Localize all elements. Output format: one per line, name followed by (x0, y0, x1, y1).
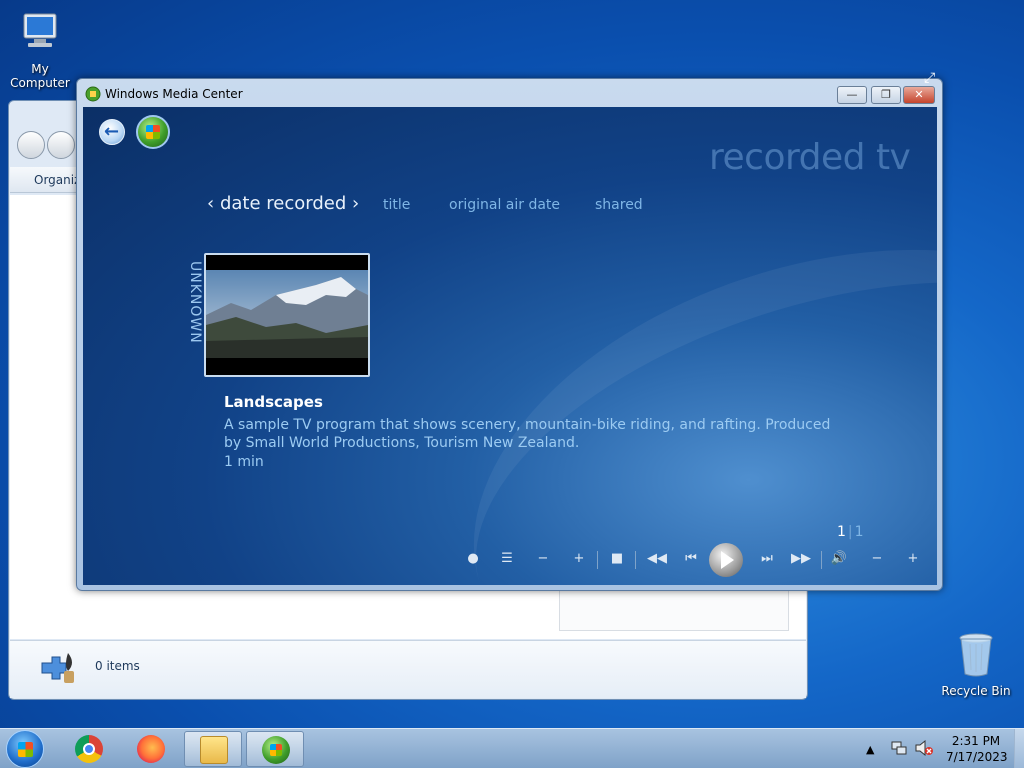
recording-thumbnail[interactable] (204, 253, 370, 377)
volume-down-button[interactable]: − (867, 551, 887, 566)
windows-media-center-icon (262, 736, 290, 764)
clock-date: 7/17/2023 (946, 750, 1008, 764)
volume-icon[interactable]: 🔊 (829, 551, 849, 566)
pivot-date-recorded[interactable]: ‹ date recorded › (207, 193, 359, 214)
pivot-original-air-date[interactable]: original air date (449, 197, 560, 213)
program-title: Landscapes (224, 393, 323, 411)
transport-divider (635, 551, 636, 569)
record-icon[interactable]: ● (463, 551, 483, 566)
group-label: UNKNOWN (187, 261, 203, 344)
program-duration: 1 min (224, 454, 264, 470)
program-description: A sample TV program that shows scenery, … (224, 417, 831, 451)
games-icon (36, 649, 80, 692)
channel-up-button[interactable]: + (569, 551, 589, 566)
show-hidden-icons-icon[interactable]: ▲ (866, 743, 874, 756)
window-title: Windows Media Center (105, 87, 243, 101)
resize-cursor-icon: ⤢ (924, 70, 936, 86)
desktop-icon-label: Recycle Bin (941, 684, 1011, 698)
rewind-icon[interactable]: ◀◀ (643, 551, 671, 566)
volume-up-button[interactable]: + (903, 551, 923, 566)
page-current: 1 (837, 524, 846, 540)
desktop-icon-recycle-bin[interactable]: Recycle Bin (936, 630, 1016, 698)
maximize-button[interactable]: ❐ (871, 86, 901, 104)
taskbar-firefox[interactable] (122, 731, 180, 767)
media-center-window[interactable]: Windows Media Center — ❐ ✕ ← recorded tv… (76, 78, 943, 591)
volume-muted-icon[interactable] (914, 739, 934, 760)
minimize-button[interactable]: — (837, 86, 867, 104)
back-arrow-icon[interactable]: ← (99, 119, 125, 145)
close-button[interactable]: ✕ (903, 86, 935, 104)
guide-icon[interactable]: ☰ (497, 551, 517, 566)
fast-forward-icon[interactable]: ▶▶ (787, 551, 815, 566)
previous-icon[interactable]: ⏮ (681, 551, 701, 566)
firefox-icon (137, 735, 165, 763)
play-icon (721, 551, 734, 569)
computer-icon (0, 8, 80, 59)
media-center-content: ← recorded tv ‹ date recorded › title or… (83, 107, 937, 585)
stop-icon[interactable]: ■ (607, 551, 627, 566)
channel-down-button[interactable]: − (533, 551, 553, 566)
taskbar-chrome[interactable] (60, 731, 118, 767)
show-desktop-button[interactable] (1014, 729, 1024, 768)
back-button[interactable] (17, 131, 45, 159)
file-explorer-icon (200, 736, 228, 764)
media-center-app-icon (85, 86, 101, 106)
background-swoosh (415, 169, 937, 585)
pivot-prev-icon: ‹ (207, 193, 215, 214)
chrome-icon (75, 735, 103, 763)
pivot-active-label: date recorded (219, 193, 347, 214)
status-item-count: 0 items (95, 659, 140, 673)
title-bar[interactable]: Windows Media Center — ❐ ✕ (77, 79, 942, 107)
pivot-title[interactable]: title (383, 197, 410, 213)
pivot-next-icon: › (351, 193, 360, 214)
windows-logo-icon (18, 742, 33, 757)
clock[interactable]: 2:31 PM 7/17/2023 (946, 733, 1008, 765)
organize-button[interactable]: Organiz (34, 173, 80, 187)
explorer-status-bar: 0 items (10, 640, 806, 698)
desktop-icon-label: My Computer (10, 62, 70, 90)
taskbar-windows-media-center[interactable] (246, 731, 304, 767)
start-button[interactable] (6, 730, 44, 768)
section-title: recorded tv (709, 137, 911, 178)
network-icon[interactable] (890, 739, 908, 760)
play-button[interactable] (709, 543, 743, 577)
taskbar-file-explorer[interactable] (184, 731, 242, 767)
forward-button[interactable] (47, 131, 75, 159)
explorer-nav-buttons (17, 131, 77, 163)
start-button-icon[interactable] (136, 115, 170, 149)
page-indicator: 1 | 1 (837, 524, 864, 540)
page-total: 1 (854, 524, 864, 540)
mountain-landscape-image (206, 255, 368, 375)
transport-divider (821, 551, 822, 569)
recycle-bin-icon (936, 630, 1016, 681)
taskbar: ▲ 2:31 PM 7/17/2023 (0, 728, 1024, 768)
page-separator: | (847, 524, 853, 540)
pivot-shared[interactable]: shared (595, 197, 643, 213)
desktop-icon-my-computer[interactable]: My Computer (0, 8, 80, 90)
clock-time: 2:31 PM (951, 734, 1001, 748)
transport-divider (597, 551, 598, 569)
next-icon[interactable]: ⏭ (757, 551, 777, 566)
